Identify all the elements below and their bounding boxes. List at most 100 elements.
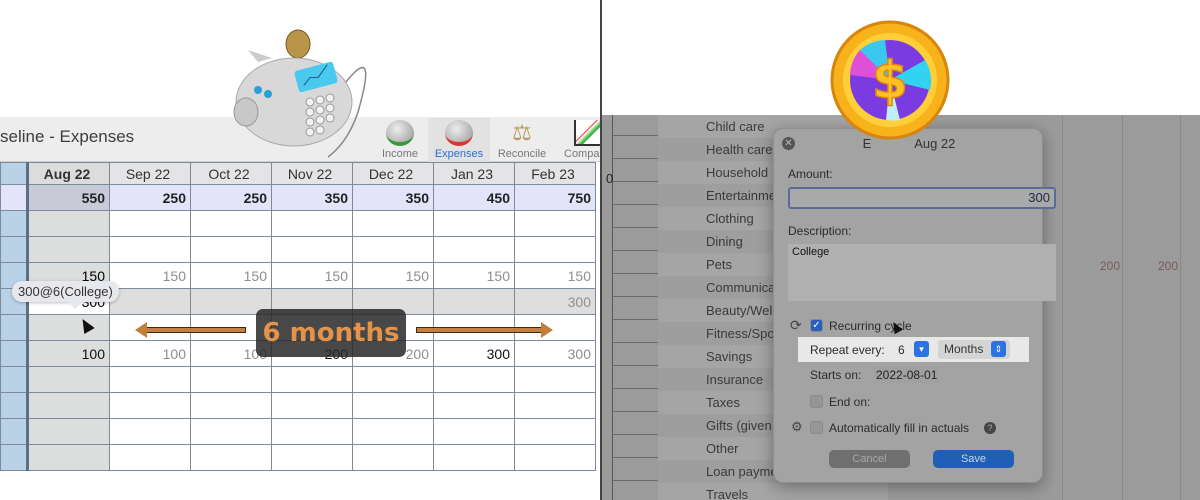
repeat-unit-stepper-icon[interactable]: ⇕	[991, 341, 1006, 357]
table-cell[interactable]: 150	[109, 262, 191, 289]
table-cell[interactable]	[109, 288, 191, 315]
column-header[interactable]: Jan 23	[433, 162, 515, 185]
table-row	[0, 418, 596, 445]
end-on-checkbox[interactable]	[810, 395, 823, 408]
budget-app-edit-view: 0 Child care Health care Household Entertai…	[600, 0, 1200, 500]
table-cell[interactable]: 150	[352, 262, 434, 289]
starts-on-label: Starts on:	[810, 368, 862, 382]
table-cell[interactable]	[433, 236, 515, 263]
table-cell[interactable]	[109, 392, 191, 419]
row-header[interactable]	[0, 444, 29, 471]
table-cell[interactable]	[190, 418, 272, 445]
column-header[interactable]: Nov 22	[271, 162, 353, 185]
table-cell[interactable]	[352, 392, 434, 419]
table-cell[interactable]	[271, 366, 353, 393]
row-header[interactable]	[0, 366, 29, 393]
table-cell[interactable]: 100	[109, 340, 191, 367]
table-cell[interactable]	[433, 418, 515, 445]
table-cell[interactable]	[190, 210, 272, 237]
toolbar-income-button[interactable]: Income	[372, 118, 428, 162]
table-cell[interactable]: 300	[433, 340, 515, 367]
table-cell[interactable]	[190, 444, 272, 471]
table-cell[interactable]	[352, 236, 434, 263]
save-button[interactable]: Save	[933, 450, 1014, 468]
amount-label: Amount:	[788, 167, 833, 181]
help-icon[interactable]: ?	[984, 422, 996, 434]
description-input[interactable]: College	[788, 244, 1056, 301]
table-cell[interactable]: 150	[190, 262, 272, 289]
table-cell[interactable]	[109, 366, 191, 393]
table-cell[interactable]	[271, 236, 353, 263]
table-cell[interactable]	[271, 210, 353, 237]
table-cell[interactable]	[352, 444, 434, 471]
table-cell[interactable]	[109, 444, 191, 471]
table-cell[interactable]	[514, 210, 596, 237]
table-cell[interactable]	[27, 366, 110, 393]
table-cell[interactable]	[27, 236, 110, 263]
column-header[interactable]: Aug 22	[27, 162, 110, 185]
table-cell[interactable]: 100	[27, 340, 110, 367]
table-cell[interactable]	[271, 444, 353, 471]
scales-icon: ⚖	[512, 120, 532, 145]
table-cell[interactable]	[271, 392, 353, 419]
table-cell[interactable]	[433, 210, 515, 237]
recurring-checkbox[interactable]: ✓	[810, 319, 823, 332]
table-cell[interactable]	[514, 444, 596, 471]
column-header[interactable]: Dec 22	[352, 162, 434, 185]
total-cell: 350	[352, 184, 434, 211]
table-cell[interactable]	[352, 418, 434, 445]
table-cell[interactable]	[514, 236, 596, 263]
toolbar-expenses-button[interactable]: Expenses	[428, 118, 490, 162]
column-header[interactable]: Oct 22	[190, 162, 272, 185]
category-item[interactable]: Travels	[658, 483, 888, 500]
table-cell[interactable]	[514, 418, 596, 445]
table-cell[interactable]	[433, 288, 515, 315]
column-header[interactable]: Feb 23	[514, 162, 596, 185]
starts-on-field[interactable]: 2022-08-01	[874, 367, 940, 383]
table-cell[interactable]	[109, 210, 191, 237]
table-cell[interactable]	[190, 366, 272, 393]
row-header[interactable]	[0, 236, 29, 263]
table-cell[interactable]	[190, 236, 272, 263]
repeat-value-dropdown-icon[interactable]: ▾	[914, 341, 929, 357]
table-cell[interactable]	[27, 210, 110, 237]
table-cell[interactable]	[27, 418, 110, 445]
amount-input[interactable]: 300	[788, 187, 1056, 209]
autofill-checkbox[interactable]	[810, 421, 823, 434]
row-header[interactable]	[0, 392, 29, 419]
table-cell[interactable]	[514, 366, 596, 393]
table-cell[interactable]	[514, 392, 596, 419]
table-cell[interactable]: 300	[514, 340, 596, 367]
toolbar-reconcile-button[interactable]: ⚖ Reconcile	[494, 118, 550, 162]
table-cell[interactable]: 150	[271, 262, 353, 289]
table-cell[interactable]: 150	[514, 262, 596, 289]
total-cell: 250	[109, 184, 191, 211]
table-cell[interactable]	[433, 392, 515, 419]
row-header[interactable]	[0, 184, 29, 211]
chart-icon	[574, 120, 600, 146]
table-cell[interactable]	[190, 392, 272, 419]
table-cell[interactable]	[27, 314, 110, 341]
table-cell[interactable]	[433, 366, 515, 393]
table-cell[interactable]	[352, 366, 434, 393]
grid-line	[613, 250, 658, 251]
row-header[interactable]	[0, 210, 29, 237]
row-header[interactable]	[0, 418, 29, 445]
toolbar-compare-button[interactable]: Compa	[556, 118, 600, 162]
table-cell[interactable]	[271, 418, 353, 445]
total-cell: 750	[514, 184, 596, 211]
column-header[interactable]: Sep 22	[109, 162, 191, 185]
table-cell[interactable]	[109, 236, 191, 263]
table-cell[interactable]	[109, 418, 191, 445]
table-cell[interactable]: 300	[514, 288, 596, 315]
cancel-button[interactable]: Cancel	[829, 450, 910, 468]
row-header[interactable]	[0, 340, 29, 367]
table-cell[interactable]: 150	[433, 262, 515, 289]
table-cell[interactable]	[27, 444, 110, 471]
table-cell[interactable]	[433, 444, 515, 471]
cell-tooltip: 300@6(College)	[12, 281, 119, 309]
table-cell[interactable]	[352, 210, 434, 237]
row-header[interactable]	[0, 314, 29, 341]
repeat-value[interactable]: 6	[898, 343, 905, 357]
table-cell[interactable]	[27, 392, 110, 419]
